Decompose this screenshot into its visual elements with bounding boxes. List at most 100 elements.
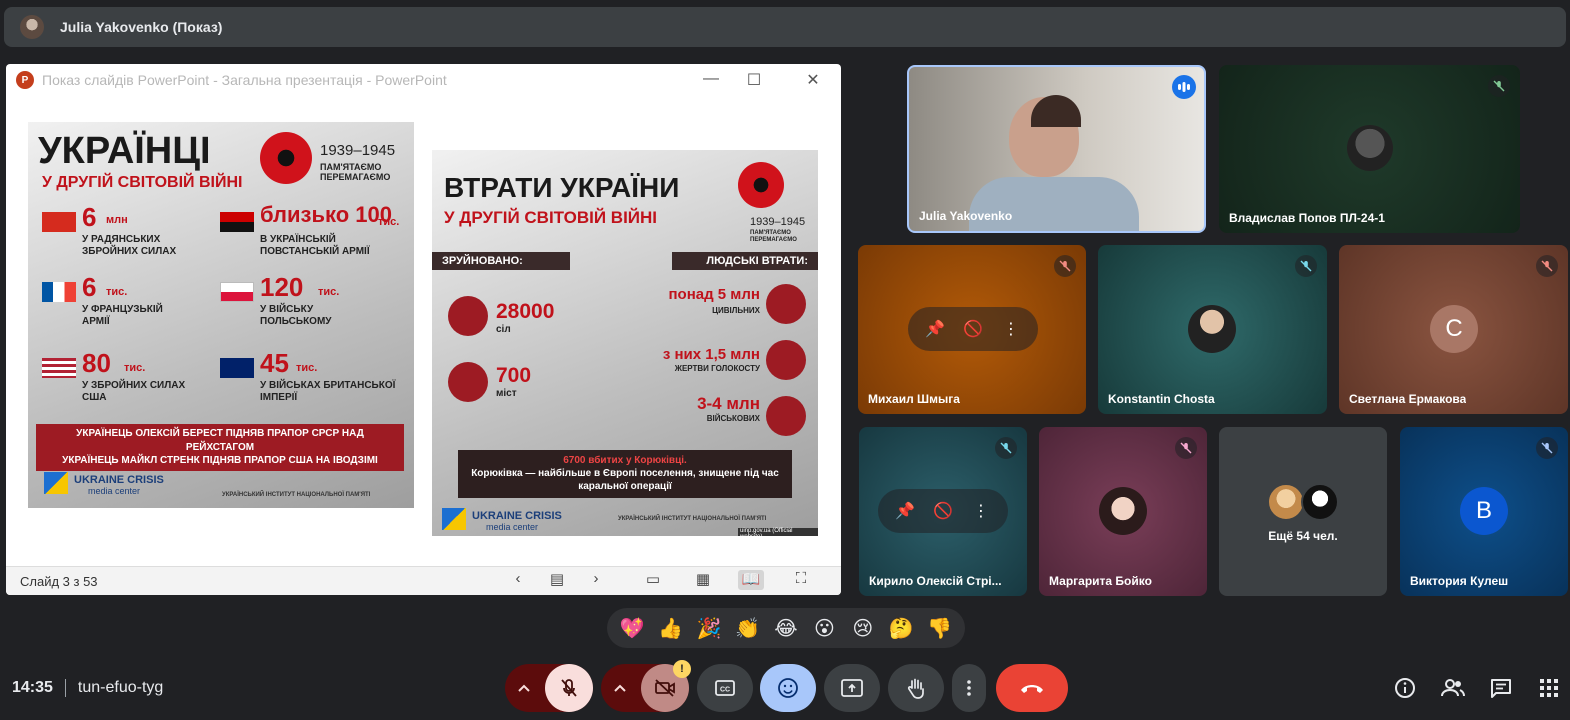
video-options-button[interactable] — [601, 664, 639, 712]
next-slide-icon[interactable]: › — [583, 570, 609, 590]
poster-left-years: 1939–1945 — [320, 142, 396, 159]
stat-num: 6 — [82, 202, 97, 232]
reaction-party[interactable]: 🎉 — [693, 616, 725, 641]
mic-off-icon — [1536, 437, 1558, 459]
window-title: Показ слайдів PowerPoint - Загальна през… — [42, 72, 447, 88]
slideshow-view-icon[interactable]: ⛶ — [788, 570, 814, 590]
hang-up-icon — [1021, 685, 1043, 693]
reaction-clap[interactable]: 👏 — [732, 616, 764, 641]
reaction-sad[interactable]: 😢 — [847, 616, 879, 641]
participant-name: Julia Yakovenko — [919, 209, 1013, 223]
stat-text: У ЗБРОЙНИХ СИЛАХ США — [82, 380, 186, 403]
participant-tile[interactable]: 📌 🚫 ⋮ Михаил Шмыга — [858, 245, 1086, 414]
all-slides-icon[interactable]: ▤ — [544, 570, 570, 590]
stat-text: В УКРАЇНСЬКІЙ ПОВСТАНСЬКІЙ АРМІЇ — [260, 234, 370, 257]
normal-view-icon[interactable]: ▭ — [640, 570, 666, 590]
participant-tile[interactable]: Маргарита Бойко — [1039, 427, 1207, 596]
stat-num: 6 — [82, 272, 97, 302]
audio-options-button[interactable] — [505, 664, 543, 712]
more-options-icon[interactable]: ⋮ — [996, 314, 1026, 344]
mic-toggle-button[interactable] — [545, 664, 593, 712]
reading-view-icon[interactable]: 📖 — [738, 570, 764, 590]
stat-unit: тис. — [318, 286, 340, 298]
destroyed-text: міст — [496, 388, 517, 399]
koryukivka-box: 6700 вбитих у Корюківці. Корюківка — най… — [458, 450, 792, 498]
speaking-indicator-icon — [1172, 75, 1196, 99]
current-time: 14:35 — [12, 679, 53, 696]
mic-off-icon — [1175, 437, 1197, 459]
participant-tile[interactable]: С Светлана Ермакова — [1339, 245, 1568, 414]
avatar: С — [1430, 305, 1478, 353]
avatar: В — [1460, 487, 1508, 535]
poppy-icon — [260, 132, 312, 184]
captions-button[interactable]: CC — [697, 664, 753, 712]
participant-tile[interactable]: Владислав Попов ПЛ-24-1 — [1219, 65, 1520, 233]
reactions-button[interactable] — [760, 664, 816, 712]
people-button[interactable] — [1439, 674, 1467, 702]
reaction-thinking[interactable]: 🤔 — [885, 616, 917, 641]
prev-slide-icon[interactable]: ‹ — [505, 570, 531, 590]
mute-participant-icon[interactable]: 🚫 — [958, 314, 988, 344]
poppy-icon — [738, 162, 784, 208]
slide-sorter-icon[interactable]: ▦ — [690, 570, 716, 590]
emoji-icon — [778, 678, 798, 698]
presenter-bar: Julia Yakovenko (Показ) — [4, 7, 1566, 47]
close-icon[interactable]: ✕ — [798, 70, 828, 90]
brand-sub: media center — [486, 522, 539, 532]
loss-num: 3-4 млн — [697, 394, 760, 413]
poster-ukrainians: УКРАЇНЦІ У ДРУГІЙ СВІТОВІЙ ВІЙНІ 1939–19… — [28, 122, 414, 508]
avatar — [1347, 125, 1393, 171]
mute-participant-icon[interactable]: 🚫 — [928, 496, 958, 526]
pin-icon[interactable]: 📌 — [920, 314, 950, 344]
losses-label: ЛЮДСЬКІ ВТРАТИ: — [672, 252, 818, 270]
others-tile[interactable]: Ещё 54 чел. — [1219, 427, 1387, 596]
destroyed-text: сіл — [496, 324, 511, 335]
city-icon — [448, 362, 488, 402]
ukraine-crisis-logo-icon — [44, 472, 68, 494]
avatar — [1267, 483, 1305, 521]
stat-unit: тис. — [378, 216, 400, 228]
participant-tile[interactable]: Konstantin Chosta — [1098, 245, 1327, 414]
reaction-surprised[interactable]: 😮 — [808, 616, 840, 641]
poland-flag-icon — [220, 282, 254, 302]
participant-tile[interactable]: В Виктория Кулеш — [1400, 427, 1568, 596]
activities-button[interactable] — [1535, 674, 1563, 702]
participant-name: Маргарита Бойко — [1049, 574, 1152, 588]
participant-name: Михаил Шмыга — [868, 392, 960, 406]
apps-grid-icon — [1540, 679, 1558, 697]
usa-flag-icon — [42, 358, 76, 378]
present-button[interactable] — [824, 664, 880, 712]
brand-sub: media center — [88, 486, 141, 496]
poster-right-years: 1939–1945 — [750, 216, 806, 228]
shared-screen: P Показ слайдів PowerPoint - Загальна пр… — [6, 64, 841, 595]
poster-left-footer: УКРАЇНСЬКИЙ ІНСТИТУТ НАЦІОНАЛЬНОЇ ПАМ'ЯТ… — [222, 492, 371, 498]
loss-text: ВІЙСЬКОВИХ — [706, 414, 760, 423]
participant-tile[interactable]: Julia Yakovenko — [907, 65, 1206, 233]
presenter-avatar — [20, 15, 44, 39]
leave-call-button[interactable] — [996, 664, 1068, 712]
koryukivka-line1: 6700 вбитих у Корюківці. — [563, 455, 687, 466]
reaction-thumbs-down[interactable]: 👎 — [924, 616, 956, 641]
soldiers-icon — [766, 396, 806, 436]
video-control-group: ! — [601, 660, 691, 712]
reaction-thumbs-up[interactable]: 👍 — [655, 616, 687, 641]
svg-text:CC: CC — [720, 687, 730, 694]
stat-text: У ФРАНЦУЗЬКІЙ АРМІЇ — [82, 304, 163, 327]
slide-counter: Слайд 3 з 53 — [20, 573, 98, 589]
more-options-icon[interactable]: ⋮ — [966, 496, 996, 526]
france-flag-icon — [42, 282, 76, 302]
reaction-laugh[interactable]: 😂 — [770, 616, 802, 641]
chat-button[interactable] — [1487, 674, 1515, 702]
maximize-icon[interactable]: ☐ — [739, 70, 769, 90]
more-options-button[interactable] — [952, 664, 986, 712]
loss-text: ЦИВІЛЬНИХ — [712, 306, 760, 315]
raise-hand-button[interactable] — [888, 664, 944, 712]
minimize-icon[interactable]: — — [696, 70, 726, 88]
stat-num: близько 100 — [260, 202, 392, 227]
participant-tile[interactable]: 📌 🚫 ⋮ Кирило Олексій Стрі... — [859, 427, 1027, 596]
stat-text: У ВІЙСЬКАХ БРИТАНСЬКОЇ ІМПЕРІЇ — [260, 380, 396, 403]
pin-icon[interactable]: 📌 — [890, 496, 920, 526]
reaction-heart[interactable]: 💖 — [616, 616, 648, 641]
mic-off-icon — [1054, 255, 1076, 277]
meeting-details-button[interactable] — [1391, 674, 1419, 702]
